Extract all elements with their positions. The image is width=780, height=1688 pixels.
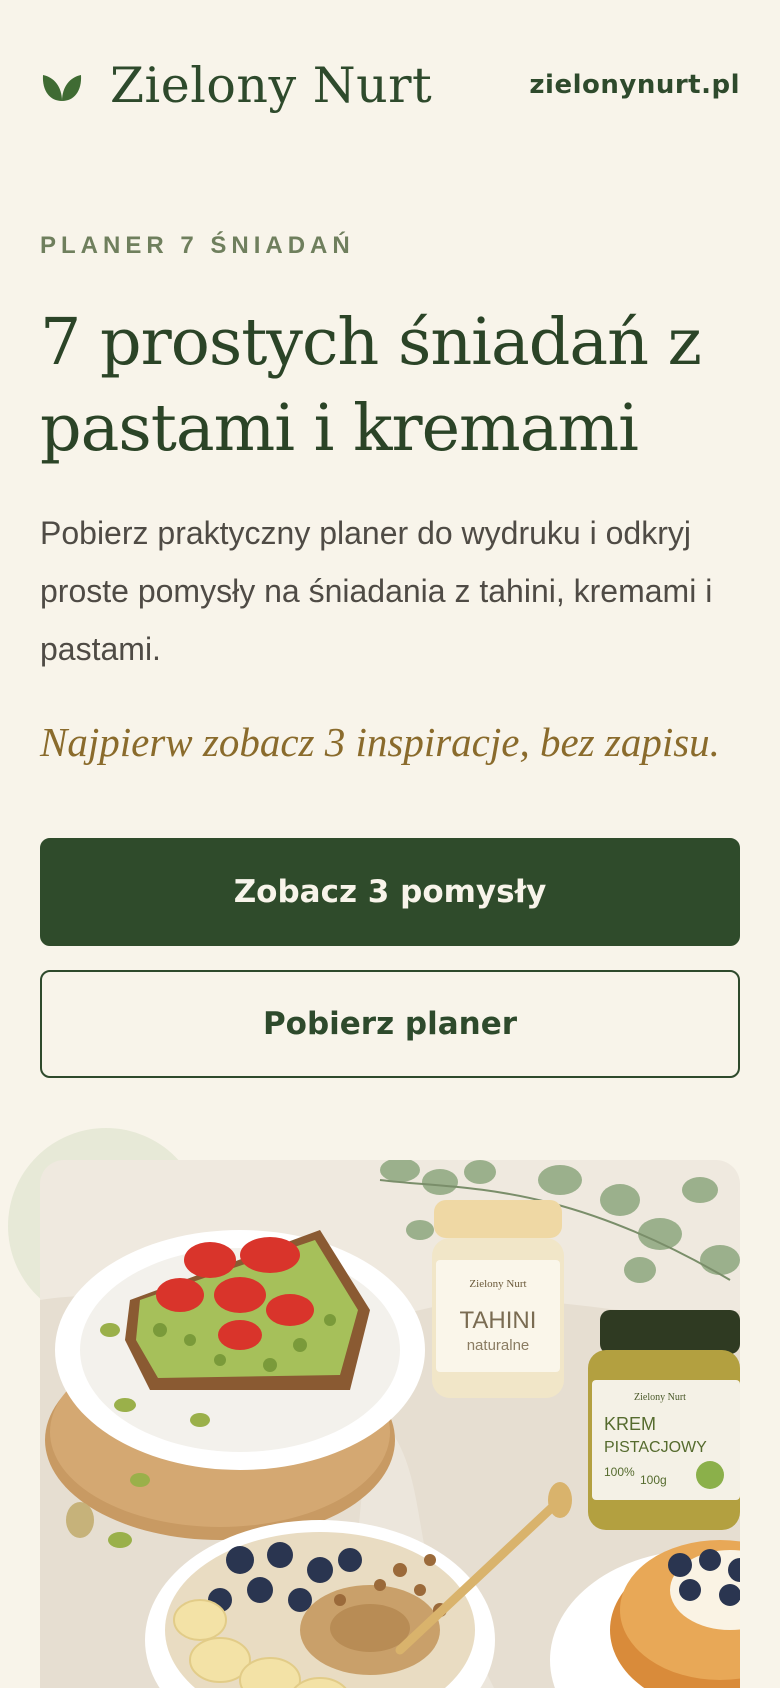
site-link[interactable]: zielonynurt.pl xyxy=(529,70,740,100)
pistachio-jar: Zielony Nurt KREM PISTACJOWY 100% 100g xyxy=(588,1310,740,1530)
brand-name: Zielony Nurt xyxy=(110,56,433,114)
page-title: 7 prostych śniadań z pastami i kremami xyxy=(40,305,702,466)
jar-tahini-title: TAHINI xyxy=(460,1307,537,1334)
lead-text: Pobierz praktyczny planer do wydruku i o… xyxy=(40,515,713,667)
eyebrow-label: PLANER 7 ŚNIADAŃ xyxy=(40,232,355,259)
see-ideas-button[interactable]: Zobacz 3 pomysły xyxy=(40,838,740,946)
download-planner-button[interactable]: Pobierz planer xyxy=(40,970,740,1078)
jar-pistachio-title-1: KREM xyxy=(604,1414,656,1434)
jar-tahini-subtitle: naturalne xyxy=(467,1337,530,1354)
brand[interactable]: Zielony Nurt xyxy=(40,57,432,114)
jar-pistachio-title-2: PISTACJOWY xyxy=(604,1439,707,1456)
jar-tahini-brand: Zielony Nurt xyxy=(469,1278,526,1290)
jar-pistachio-pct: 100% xyxy=(604,1465,635,1479)
hero-image: Zielony Nurt TAHINI naturalne Zielony Nu… xyxy=(40,1160,740,1688)
jar-pistachio-weight: 100g xyxy=(640,1473,667,1487)
toast-plate xyxy=(55,1230,425,1470)
inspiration-note: Najpierw zobacz 3 inspiracje, bez zapisu… xyxy=(40,719,720,765)
tahini-jar: Zielony Nurt TAHINI naturalne xyxy=(432,1200,564,1398)
leaf-icon xyxy=(42,75,82,101)
site-header: Zielony Nurt zielonynurt.pl xyxy=(40,50,740,120)
jar-pistachio-brand: Zielony Nurt xyxy=(634,1392,686,1403)
